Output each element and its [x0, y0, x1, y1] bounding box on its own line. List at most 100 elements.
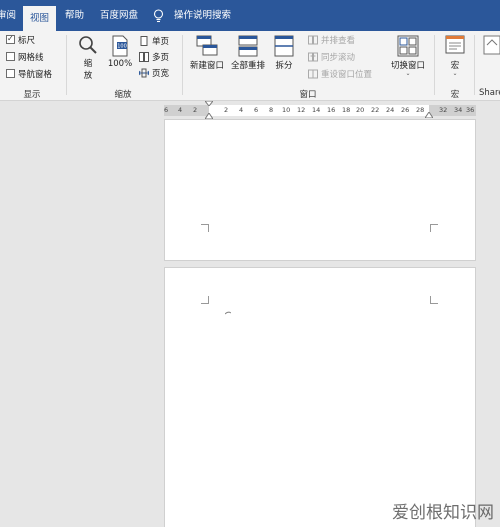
right-indent-marker[interactable]: [425, 112, 433, 118]
ruler-number: 2: [224, 106, 229, 114]
reset-window-label: 重设窗口位置: [321, 70, 373, 80]
ruler-number: 4: [239, 106, 244, 114]
magnifier-icon: [79, 36, 97, 54]
show-group-label: 显示: [23, 90, 41, 100]
ruler-number: 32: [439, 106, 448, 114]
multiple-pages-button[interactable]: 多页: [139, 52, 169, 64]
reset-window-position-button[interactable]: 重设窗口位置: [308, 69, 372, 81]
ruler-number: 16: [327, 106, 336, 114]
synchronous-scrolling-button[interactable]: 同步滚动: [308, 52, 355, 64]
margin-corner-mark: [430, 296, 438, 304]
arrange-all-icon: [238, 35, 258, 57]
split-label: 拆分: [275, 61, 293, 71]
multiple-pages-icon: [139, 52, 149, 62]
ruler-number: 14: [312, 106, 321, 114]
share-label: Share: [479, 88, 500, 98]
ruler-number: 24: [386, 106, 395, 114]
split-icon: [274, 35, 294, 57]
tell-me-search[interactable]: 操作说明搜索: [174, 0, 231, 31]
tab-review[interactable]: 审阅: [0, 0, 16, 31]
tab-help[interactable]: 帮助: [65, 0, 84, 31]
reset-window-icon: [308, 69, 318, 79]
new-window-icon: [196, 35, 218, 56]
new-window-label: 新建窗口: [189, 61, 224, 71]
first-line-indent-marker[interactable]: [205, 101, 213, 106]
side-by-side-icon: [308, 35, 318, 45]
switch-windows-button[interactable]: 切换窗口 ⌄: [388, 35, 428, 77]
ruler-number: 4: [178, 106, 183, 114]
gridlines-checkbox[interactable]: [6, 52, 15, 61]
ruler-number: 26: [401, 106, 410, 114]
split-button[interactable]: 拆分: [272, 35, 296, 71]
page-width-button[interactable]: 页宽: [139, 68, 169, 80]
ruler-checkbox-label: 标尺: [18, 36, 36, 46]
ruler-number: 20: [356, 106, 365, 114]
share-button[interactable]: [479, 35, 500, 59]
paragraph-mark-icon: [225, 311, 231, 315]
group-divider: [66, 35, 67, 95]
sync-scroll-icon: [308, 52, 318, 62]
ruler-number: 8: [269, 106, 274, 114]
one-page-icon: [140, 36, 148, 46]
zoom-button[interactable]: 缩 放: [76, 35, 100, 81]
margin-corner-mark: [201, 296, 209, 304]
navigation-pane-checkbox-row[interactable]: 导航窗格: [6, 68, 52, 82]
zoom-label-2: 放: [83, 71, 93, 81]
ribbon-tab-bar: 审阅 视图 帮助 百度网盘 操作说明搜索: [0, 0, 500, 31]
switch-windows-icon: [397, 35, 419, 57]
zoom-label-1: 缩: [83, 59, 93, 69]
window-group-label: 窗口: [299, 90, 317, 100]
one-page-label: 单页: [152, 37, 170, 47]
ruler-number: 22: [371, 106, 380, 114]
navigation-pane-checkbox-label: 导航窗格: [18, 70, 53, 80]
macros-button[interactable]: 宏 ⌄: [442, 35, 468, 77]
new-window-button[interactable]: 新建窗口: [188, 35, 226, 71]
sync-scroll-label: 同步滚动: [321, 53, 356, 63]
view-side-by-side-button[interactable]: 并排查看: [308, 35, 355, 47]
macro-group-label: 宏: [450, 90, 460, 100]
zoom-100-button[interactable]: 100 100%: [106, 35, 134, 69]
navigation-pane-checkbox[interactable]: [6, 69, 15, 78]
group-divider: [182, 35, 183, 95]
horizontal-ruler[interactable]: 6 4 2 2 4 6 8 10 12 14 16 18 20 22 24 26…: [164, 101, 476, 119]
side-by-side-label: 并排查看: [321, 36, 356, 46]
gridlines-checkbox-row[interactable]: 网格线: [6, 51, 44, 65]
lightbulb-icon: [153, 9, 164, 23]
group-divider: [434, 35, 435, 95]
svg-text:100: 100: [117, 44, 127, 50]
group-divider: [474, 35, 475, 95]
ruler-number: 6: [254, 106, 259, 114]
gridlines-checkbox-label: 网格线: [18, 53, 44, 63]
page-width-label: 页宽: [152, 69, 170, 79]
ruler-number: 28: [416, 106, 425, 114]
multiple-pages-label: 多页: [152, 53, 170, 63]
tab-view[interactable]: 视图: [23, 6, 57, 31]
ruler-number: 2: [193, 106, 198, 114]
ruler-number: 6: [164, 106, 169, 114]
document-page-1[interactable]: [164, 119, 476, 261]
ruler-checkbox[interactable]: [6, 32, 15, 46]
ribbon: 标尺 网格线 导航窗格 显示 缩 放 100 100% 单页 多页 页宽 缩放: [0, 31, 500, 101]
chevron-down-icon: ⌄: [452, 70, 458, 77]
page-width-icon: [139, 68, 149, 78]
macro-icon: [445, 35, 465, 54]
zoom-100-icon: 100: [112, 35, 128, 57]
zoom-100-label: 100%: [107, 59, 133, 69]
one-page-button[interactable]: 单页: [139, 36, 169, 48]
ruler-number: 18: [342, 106, 351, 114]
arrange-all-label: 全部重排: [230, 61, 265, 71]
chevron-down-icon: ⌄: [405, 70, 411, 77]
ruler-checkbox-row[interactable]: 标尺: [6, 32, 36, 48]
margin-corner-mark: [430, 224, 438, 232]
ruler-number: 36: [466, 106, 475, 114]
share-icon: [483, 35, 500, 55]
margin-corner-mark: [201, 224, 209, 232]
ruler-number: 34: [454, 106, 463, 114]
tab-baidu-netdisk[interactable]: 百度网盘: [100, 0, 138, 31]
ruler-number: 10: [282, 106, 291, 114]
zoom-group-label: 缩放: [114, 90, 132, 100]
document-page-2[interactable]: [164, 267, 476, 527]
arrange-all-button[interactable]: 全部重排: [229, 35, 267, 71]
ruler-left-margin: [164, 105, 209, 116]
watermark: 爱创根知识网: [392, 503, 494, 523]
